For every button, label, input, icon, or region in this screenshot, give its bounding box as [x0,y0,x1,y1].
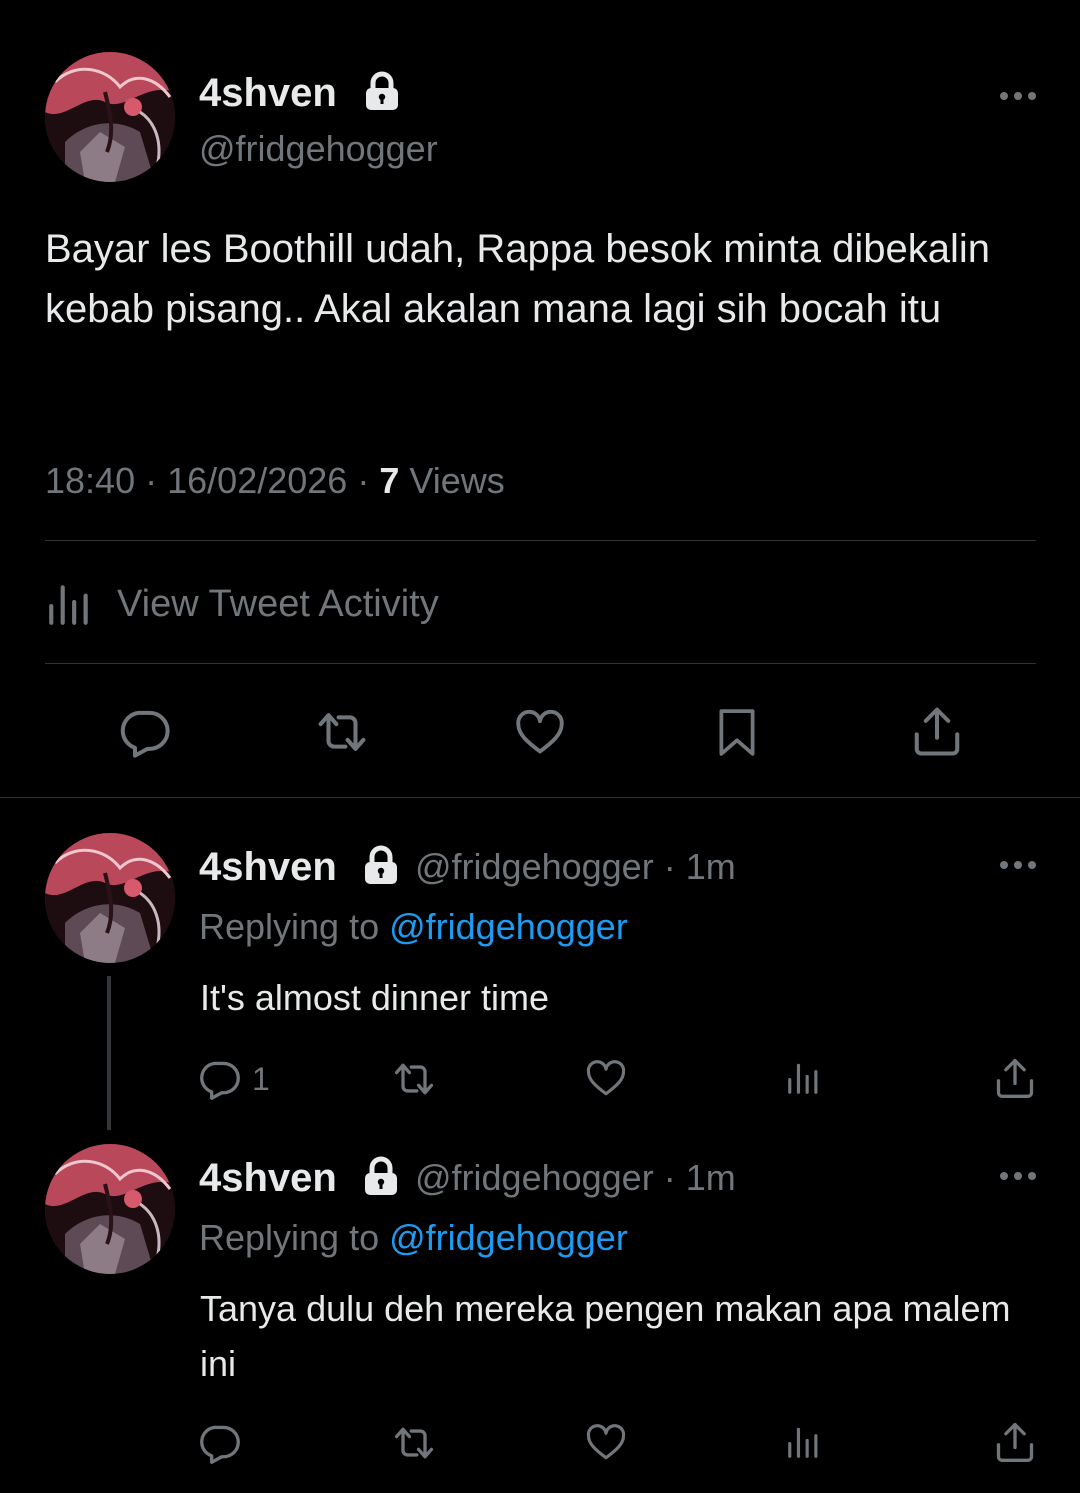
share-icon[interactable] [910,704,964,758]
avatar[interactable] [45,833,175,963]
meta-separator: · [357,460,370,501]
username-handle[interactable]: @fridgehogger · 1m [415,846,736,888]
view-tweet-activity-button[interactable]: View Tweet Activity [45,572,439,636]
display-name[interactable]: 4shven [199,845,337,890]
username-handle[interactable]: @fridgehogger [199,128,438,170]
meta-separator: · [145,460,158,501]
activity-label: View Tweet Activity [117,582,439,625]
more-icon[interactable] [998,90,1038,102]
mention-link[interactable]: @fridgehogger [389,906,628,947]
thread-line [107,976,111,1130]
tweet-metadata: 18:40 · 16/02/2026 · 7 Views [45,460,505,502]
reply-icon[interactable] [197,1057,241,1101]
analytics-icon [45,578,95,630]
heart-icon[interactable] [513,706,567,758]
lock-icon [361,844,401,886]
bookmark-icon[interactable] [712,705,762,759]
replying-to: Replying to @fridgehogger [199,1217,628,1259]
share-icon[interactable] [993,1420,1037,1464]
divider [45,540,1036,541]
display-name[interactable]: 4shven [199,71,337,116]
avatar[interactable] [45,52,175,182]
handle-text: @fridgehogger [415,846,654,887]
tweet-age: · 1m [663,1157,736,1198]
analytics-icon[interactable] [785,1422,823,1462]
tweet-time: 18:40 [45,460,136,501]
reply-icon[interactable] [197,1421,241,1465]
mention-link[interactable]: @fridgehogger [389,1217,628,1258]
divider [45,663,1036,664]
more-icon[interactable] [998,859,1038,871]
handle-text: @fridgehogger [415,1157,654,1198]
retweet-icon[interactable] [312,705,372,759]
avatar[interactable] [45,1144,175,1274]
more-icon[interactable] [998,1170,1038,1182]
reply-count: 1 [252,1061,270,1097]
tweet-age: · 1m [663,846,736,887]
reply-text: Tanya dulu deh mereka pengen makan apa m… [200,1288,1011,1384]
lock-icon [362,70,402,112]
replying-to-label: Replying to [199,1217,380,1258]
replying-to: Replying to @fridgehogger [199,906,628,948]
replying-to-label: Replying to [199,906,380,947]
heart-icon[interactable] [584,1057,628,1099]
username-handle[interactable]: @fridgehogger · 1m [415,1157,736,1199]
retweet-icon[interactable] [390,1421,438,1465]
views-label: Views [409,460,505,501]
share-icon[interactable] [993,1056,1037,1100]
display-name[interactable]: 4shven [199,1156,337,1201]
reply-text: It's almost dinner time [200,977,549,1018]
tweet-date: 16/02/2026 [167,460,348,501]
heart-icon[interactable] [584,1421,628,1463]
lock-icon [361,1155,401,1197]
reply-icon[interactable] [117,705,171,759]
views-count: 7 [379,460,400,501]
tweet-text: Bayar les Boothill udah, Rappa besok min… [45,227,991,331]
retweet-icon[interactable] [390,1057,438,1101]
analytics-icon[interactable] [785,1058,823,1098]
section-divider [0,797,1080,798]
